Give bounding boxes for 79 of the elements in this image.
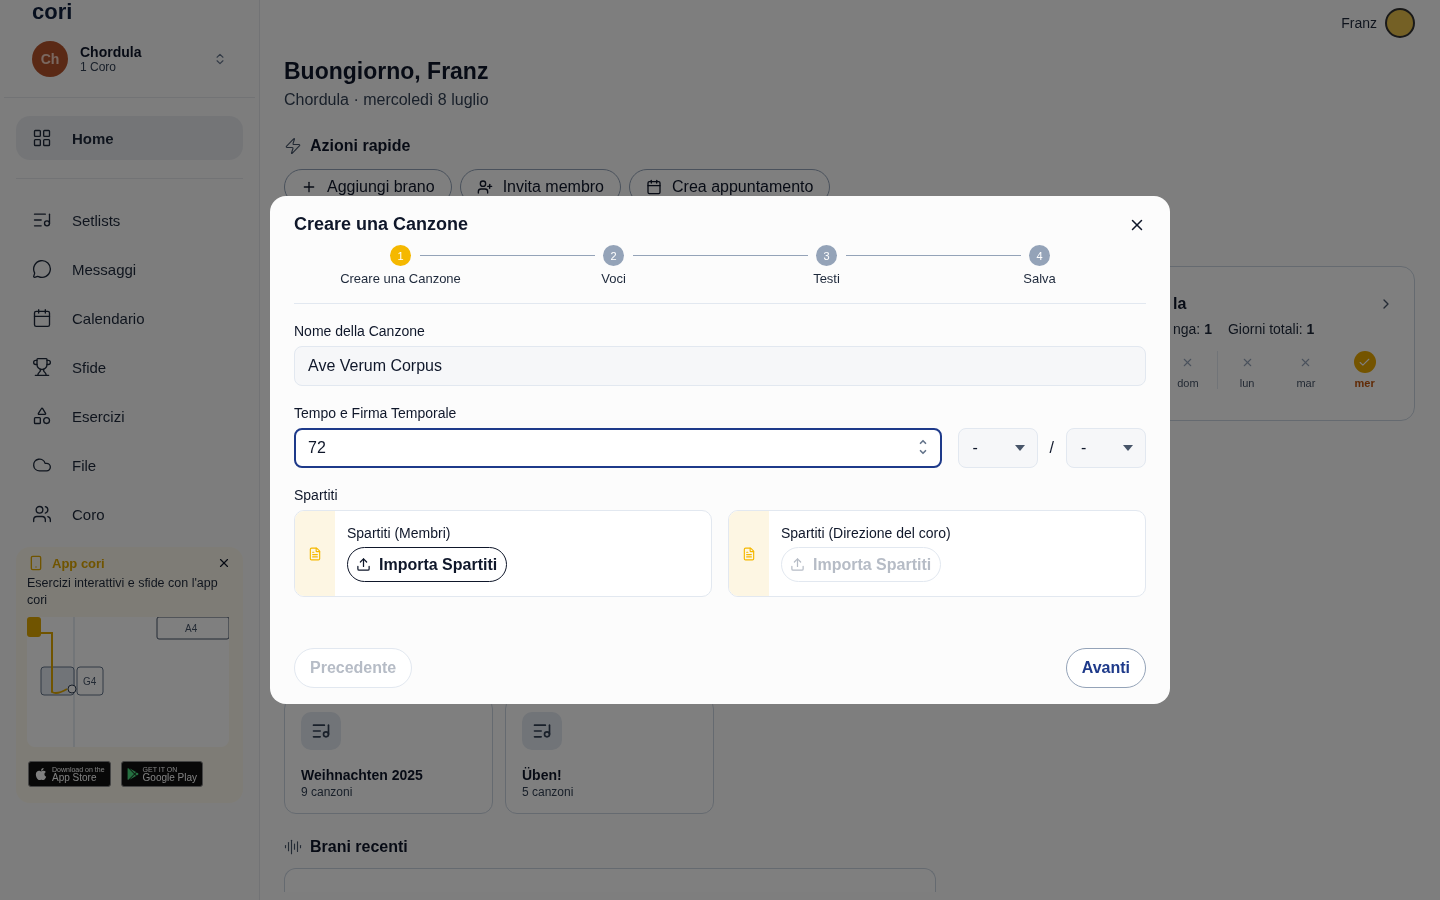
step-label: Salva bbox=[1023, 271, 1056, 286]
nav-item[interactable]: Home bbox=[16, 116, 243, 160]
workspace-switcher[interactable]: Ch Chordula 1 Coro bbox=[4, 24, 255, 98]
file-icon bbox=[742, 546, 756, 561]
calendar-icon bbox=[646, 179, 662, 195]
day-label: mer bbox=[1354, 377, 1375, 389]
tempo-input[interactable]: 72 bbox=[294, 428, 942, 468]
section-title: Brani recenti bbox=[310, 838, 408, 856]
plus-icon bbox=[301, 179, 317, 195]
chat-bubble-icon bbox=[32, 259, 52, 279]
lightning-icon bbox=[284, 137, 302, 155]
nav-item[interactable]: Sfide bbox=[16, 345, 243, 389]
next-button[interactable]: Avanti bbox=[1065, 648, 1146, 688]
nav-item[interactable]: Messaggi bbox=[16, 247, 243, 291]
spinner-icon[interactable] bbox=[917, 437, 928, 457]
step-label: Testi bbox=[813, 271, 840, 286]
workspace-avatar: Ch bbox=[32, 41, 68, 77]
workspace-subtitle: 1 Coro bbox=[80, 60, 118, 74]
upload-icon bbox=[356, 557, 371, 572]
setlist-count: 5 canzoni bbox=[522, 785, 575, 799]
user-name: Franz bbox=[1341, 15, 1377, 31]
song-name-input[interactable]: Ave Verum Corpus bbox=[294, 346, 1146, 386]
field-label: Nome della Canzone bbox=[294, 323, 426, 339]
trophy-icon bbox=[32, 357, 52, 377]
field-label: Spartiti bbox=[294, 487, 339, 503]
step-number: 3 bbox=[816, 245, 837, 266]
day-label: dom bbox=[1177, 377, 1199, 389]
nav-item[interactable]: Setlists bbox=[16, 198, 243, 242]
day-label: lun bbox=[1239, 377, 1255, 389]
setlist-name: Üben! bbox=[522, 767, 563, 783]
play-logo-icon bbox=[126, 768, 139, 780]
setlist-name: Weihnachten 2025 bbox=[301, 767, 424, 783]
file-icon bbox=[308, 546, 322, 561]
calendar-icon bbox=[32, 308, 52, 328]
field-label: Tempo e Firma Temporale bbox=[294, 405, 458, 421]
illustration-drawing: A4 G4 bbox=[27, 617, 229, 747]
numerator-select[interactable]: - bbox=[957, 428, 1038, 468]
step-label: Creare una Canzone bbox=[340, 271, 461, 286]
music-list-icon bbox=[522, 712, 562, 750]
upload-icon bbox=[790, 557, 805, 572]
step-number: 2 bbox=[603, 245, 624, 266]
separator-text: / bbox=[1049, 439, 1054, 457]
users-icon bbox=[32, 504, 52, 524]
step-number: 1 bbox=[390, 245, 411, 266]
upload-title: Spartiti (Membri) bbox=[347, 525, 451, 541]
streak-stat: nga: 1 bbox=[1173, 321, 1212, 337]
greeting-title: Buongiorno, Franz bbox=[284, 58, 490, 85]
cloud-icon bbox=[32, 455, 52, 475]
user-plus-icon bbox=[476, 179, 493, 195]
nav-item[interactable]: Calendario bbox=[16, 296, 243, 340]
upload-title: Spartiti (Direzione del coro) bbox=[781, 525, 951, 541]
caret-icon bbox=[1014, 445, 1025, 451]
user-avatar[interactable] bbox=[1385, 8, 1415, 38]
import-button[interactable]: Importa Spartiti bbox=[347, 547, 508, 582]
workspace-name: Chordula bbox=[80, 44, 143, 60]
logo-text: cori bbox=[32, 0, 73, 24]
grid-icon bbox=[32, 128, 52, 148]
promo-text: Esercizi interattivi e sfide con l'app cori bbox=[27, 575, 219, 609]
close-icon[interactable] bbox=[217, 556, 231, 570]
caret-icon bbox=[1123, 445, 1133, 451]
streak-stat: Giorni totali: 1 bbox=[1227, 321, 1315, 337]
day-label: mar bbox=[1296, 377, 1316, 389]
promo-title: App cori bbox=[52, 555, 106, 571]
music-list-icon bbox=[301, 712, 341, 750]
apple-logo-icon bbox=[34, 767, 48, 781]
phone-icon bbox=[28, 555, 44, 571]
section-title: Azioni rapide bbox=[310, 137, 411, 155]
dialog-title: Creare una Canzone bbox=[294, 214, 469, 235]
setlist-count: 9 canzoni bbox=[301, 785, 354, 799]
shapes-icon bbox=[32, 406, 52, 426]
audio-wave-icon bbox=[284, 838, 302, 856]
greeting-subtitle: Chordula · mercoledì 8 luglio bbox=[284, 91, 490, 109]
step-number: 4 bbox=[1029, 245, 1050, 266]
nav-item[interactable]: Coro bbox=[16, 492, 243, 536]
nav-item[interactable]: Esercizi bbox=[16, 394, 243, 438]
nav-item[interactable]: File bbox=[16, 443, 243, 487]
streak-title: la bbox=[1173, 295, 1187, 313]
step-label: Voci bbox=[601, 271, 626, 286]
denominator-select[interactable]: - bbox=[1066, 428, 1146, 468]
